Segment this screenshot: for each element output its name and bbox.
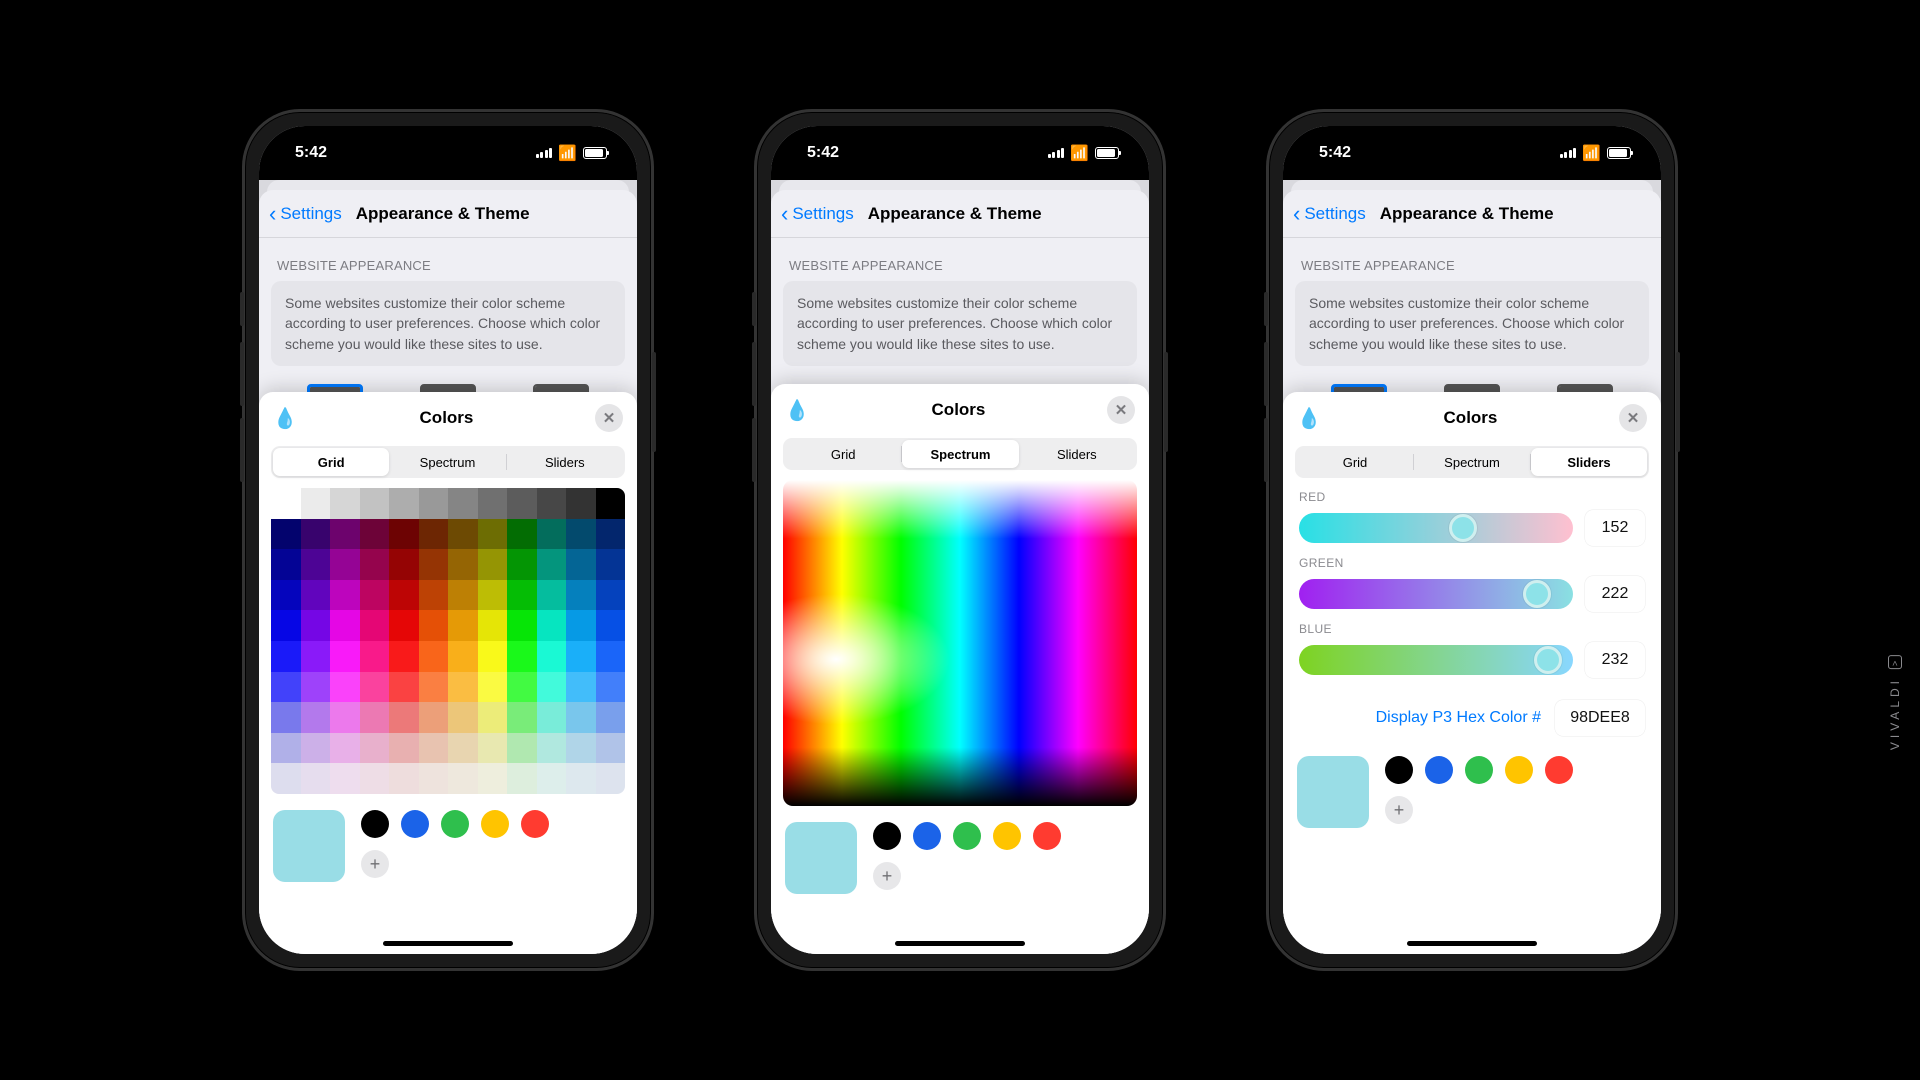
back-chevron-icon[interactable]: ‹	[269, 203, 276, 225]
vivaldi-watermark: VIVALDI >	[1888, 655, 1902, 750]
tab-grid[interactable]: Grid	[785, 440, 901, 468]
home-indicator[interactable]	[1407, 941, 1537, 946]
status-time: 5:42	[807, 144, 839, 162]
eyedropper-icon[interactable]: 💧	[273, 406, 298, 431]
cellular-icon	[1048, 148, 1065, 158]
value-blue[interactable]: 232	[1585, 642, 1645, 678]
section-info: Some websites customize their color sche…	[1295, 281, 1649, 366]
value-green[interactable]: 222	[1585, 576, 1645, 612]
phone-spectrum: 5:42 ︎📶 ‹ Settings Appearance & Theme WE…	[754, 109, 1166, 971]
swatch-black[interactable]	[1385, 756, 1413, 784]
vivaldi-icon: >	[1888, 655, 1902, 669]
eyedropper-icon[interactable]: 💧	[1297, 406, 1322, 431]
tab-grid[interactable]: Grid	[273, 448, 389, 476]
close-icon[interactable]: ✕	[1107, 396, 1135, 424]
swatch-yellow[interactable]	[481, 810, 509, 838]
label-red: RED	[1299, 490, 1645, 504]
add-swatch-button[interactable]: +	[361, 850, 389, 878]
mode-segmented-control[interactable]: Grid Spectrum Sliders	[783, 438, 1137, 470]
back-button[interactable]: Settings	[792, 204, 853, 224]
cellular-icon	[1560, 148, 1577, 158]
color-picker-sheet: 💧 Colors ✕ Grid Spectrum Sliders	[771, 384, 1149, 954]
color-picker-sheet: 💧 Colors ✕ Grid Spectrum Sliders	[259, 392, 637, 954]
wifi-icon: ︎📶	[558, 144, 577, 162]
tab-sliders[interactable]: Sliders	[1019, 440, 1135, 468]
color-grid[interactable]	[271, 488, 625, 794]
sheet-title: Colors	[420, 408, 474, 428]
battery-icon	[583, 147, 607, 159]
section-header: WEBSITE APPEARANCE	[1283, 238, 1661, 281]
wifi-icon: ︎📶	[1582, 144, 1601, 162]
status-time: 5:42	[1319, 144, 1351, 162]
slider-green[interactable]	[1299, 579, 1573, 609]
battery-icon	[1607, 147, 1631, 159]
preset-swatches	[361, 810, 623, 838]
value-red[interactable]: 152	[1585, 510, 1645, 546]
swatch-blue[interactable]	[1425, 756, 1453, 784]
sheet-title: Colors	[932, 400, 986, 420]
dynamic-island	[1412, 126, 1532, 160]
swatch-yellow[interactable]	[1505, 756, 1533, 784]
swatch-yellow[interactable]	[993, 822, 1021, 850]
section-header: WEBSITE APPEARANCE	[259, 238, 637, 281]
nav-title: Appearance & Theme	[868, 204, 1042, 224]
back-button[interactable]: Settings	[1304, 204, 1365, 224]
selected-swatch[interactable]	[273, 810, 345, 882]
wifi-icon: ︎📶	[1070, 144, 1089, 162]
spectrum-canvas[interactable]	[783, 480, 1137, 806]
hex-value[interactable]: 98DEE8	[1555, 700, 1645, 736]
swatch-black[interactable]	[873, 822, 901, 850]
battery-icon	[1095, 147, 1119, 159]
dynamic-island	[388, 126, 508, 160]
add-swatch-button[interactable]: +	[873, 862, 901, 890]
eyedropper-icon[interactable]: 💧	[785, 398, 810, 423]
tab-sliders[interactable]: Sliders	[1531, 448, 1647, 476]
close-icon[interactable]: ✕	[595, 404, 623, 432]
swatch-red[interactable]	[1033, 822, 1061, 850]
label-blue: BLUE	[1299, 622, 1645, 636]
home-indicator[interactable]	[383, 941, 513, 946]
mode-segmented-control[interactable]: Grid Spectrum Sliders	[271, 446, 625, 478]
phone-grid: 5:42 ︎📶 ‹ Settings Appearance & Theme WE…	[242, 109, 654, 971]
dynamic-island	[900, 126, 1020, 160]
section-info: Some websites customize their color sche…	[783, 281, 1137, 366]
nav-title: Appearance & Theme	[1380, 204, 1554, 224]
status-time: 5:42	[295, 144, 327, 162]
swatch-blue[interactable]	[401, 810, 429, 838]
swatch-green[interactable]	[441, 810, 469, 838]
nav-title: Appearance & Theme	[356, 204, 530, 224]
close-icon[interactable]: ✕	[1619, 404, 1647, 432]
mode-segmented-control[interactable]: Grid Spectrum Sliders	[1295, 446, 1649, 478]
tab-sliders[interactable]: Sliders	[507, 448, 623, 476]
tab-spectrum[interactable]: Spectrum	[389, 448, 505, 476]
phone-sliders: 5:42 ︎📶 ‹ Settings Appearance & Theme WE…	[1266, 109, 1678, 971]
cellular-icon	[536, 148, 553, 158]
tab-spectrum[interactable]: Spectrum	[1414, 448, 1530, 476]
section-header: WEBSITE APPEARANCE	[771, 238, 1149, 281]
slider-blue[interactable]	[1299, 645, 1573, 675]
swatch-red[interactable]	[1545, 756, 1573, 784]
add-swatch-button[interactable]: +	[1385, 796, 1413, 824]
nav-bar: ‹ Settings Appearance & Theme	[259, 190, 637, 238]
sheet-title: Colors	[1444, 408, 1498, 428]
back-chevron-icon[interactable]: ‹	[1293, 203, 1300, 225]
hex-label[interactable]: Display P3 Hex Color #	[1376, 709, 1541, 727]
slider-red[interactable]	[1299, 513, 1573, 543]
back-chevron-icon[interactable]: ‹	[781, 203, 788, 225]
swatch-black[interactable]	[361, 810, 389, 838]
section-info: Some websites customize their color sche…	[271, 281, 625, 366]
back-button[interactable]: Settings	[280, 204, 341, 224]
swatch-green[interactable]	[953, 822, 981, 850]
swatch-blue[interactable]	[913, 822, 941, 850]
tab-spectrum[interactable]: Spectrum	[902, 440, 1018, 468]
selected-swatch[interactable]	[785, 822, 857, 894]
swatch-green[interactable]	[1465, 756, 1493, 784]
color-picker-sheet: 💧 Colors ✕ Grid Spectrum Sliders RED 152	[1283, 392, 1661, 954]
tab-grid[interactable]: Grid	[1297, 448, 1413, 476]
home-indicator[interactable]	[895, 941, 1025, 946]
label-green: GREEN	[1299, 556, 1645, 570]
selected-swatch[interactable]	[1297, 756, 1369, 828]
swatch-red[interactable]	[521, 810, 549, 838]
